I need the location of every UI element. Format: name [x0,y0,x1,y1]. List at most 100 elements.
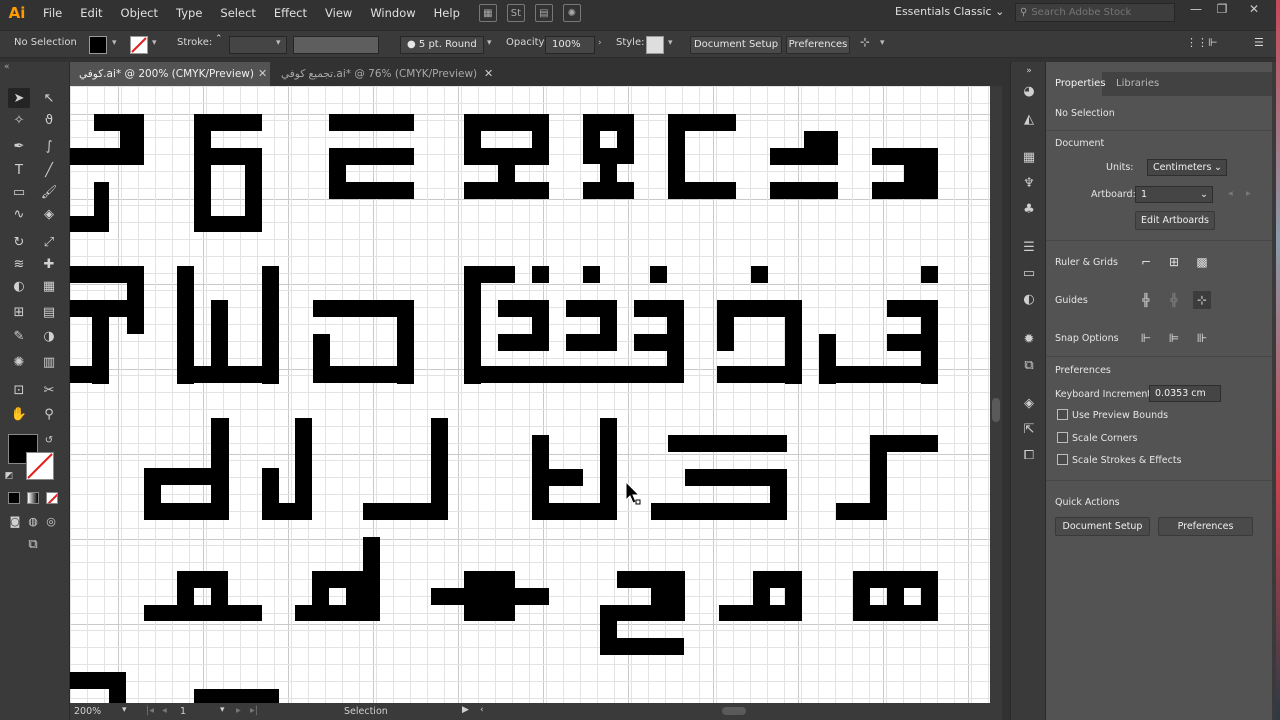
brush-definition[interactable]: ● 5 pt. Round [400,36,484,54]
chevron-down-icon[interactable]: ▾ [880,38,885,48]
brushes-icon[interactable]: ♆ [1019,174,1039,192]
draw-inside-icon[interactable]: ◎ [40,511,62,531]
menu-edit[interactable]: Edit [71,0,111,26]
chevron-down-icon[interactable]: ▾ [122,705,127,715]
appearance-icon[interactable]: ✹ [1019,330,1039,348]
chevron-down-icon[interactable]: ▾ [112,38,117,48]
previous-artboard-icon[interactable]: ◂ [162,705,167,716]
next-artboard-icon[interactable]: ▸ [236,705,241,716]
artboard-tool-icon[interactable]: ⊡ [8,380,30,400]
minimize-icon[interactable]: — [1186,2,1206,20]
last-artboard-icon[interactable]: ▸| [250,705,258,716]
menu-type[interactable]: Type [167,0,211,26]
blend-tool-icon[interactable]: ◑ [38,326,60,346]
gpu-performance-icon[interactable]: ✺ [562,4,581,22]
scale-corners-checkbox[interactable] [1057,432,1068,443]
tab-document-1[interactable]: كوفي.ai* @ 200% (CMYK/Preview) [70,62,270,86]
document-setup-button[interactable]: Document Setup [690,36,782,54]
smart-guides-icon[interactable]: ⊹ [1193,291,1211,309]
workspace-switcher[interactable]: Essentials Classic ⌄ [895,5,1004,18]
scale-strokes-checkbox[interactable] [1057,454,1068,465]
selection-tool-icon[interactable]: ➤ [8,88,30,108]
hand-tool-icon[interactable]: ✋ [8,404,30,424]
symbols-icon[interactable]: ♣ [1019,200,1039,218]
screen-mode-icon[interactable]: ⧉ [22,534,44,554]
export-icon[interactable]: ⇱ [1019,420,1039,438]
none-mode-icon[interactable] [46,492,58,504]
first-artboard-icon[interactable]: |◂ [146,705,154,716]
default-colors-icon[interactable]: ◩ [2,466,16,486]
menu-window[interactable]: Window [361,0,424,26]
gradient-panel-icon[interactable]: ▭ [1019,264,1039,282]
stock-icon[interactable]: St [506,4,525,22]
stroke-stepper-icon[interactable]: ⌃ [215,34,223,44]
next-artboard-icon[interactable]: ▸ [1246,188,1251,199]
direct-selection-tool-icon[interactable]: ↖ [38,88,60,108]
gradient-mode-icon[interactable] [27,492,39,504]
align-icon[interactable]: ⊹ [860,35,870,49]
panel-menu-icon[interactable]: ☰ [1254,36,1264,49]
opacity-field[interactable]: 100% [545,36,595,54]
artboard-number[interactable]: 1 [180,706,186,717]
column-graph-tool-icon[interactable]: ▥ [38,352,60,372]
preferences-button[interactable]: Preferences [786,36,850,54]
transparency-grid-icon[interactable]: ▩ [1193,253,1211,271]
close-tab-icon[interactable]: ✕ [258,62,267,86]
dock-expand-icon[interactable]: » [1019,62,1039,80]
artboards-panel-icon[interactable]: ⧠ [1019,446,1039,464]
status-menu-icon[interactable]: ▶ [462,705,469,715]
scale-tool-icon[interactable]: ⤢ [38,232,60,252]
gradient-tool-icon[interactable]: ▤ [38,302,60,322]
color-guide-icon[interactable]: ◭ [1019,110,1039,128]
curvature-tool-icon[interactable]: ∫ [38,136,60,156]
transparency-icon[interactable]: ◐ [1019,290,1039,308]
artboard-select[interactable]: 1 ⌄ [1135,186,1213,203]
vertical-scrollbar[interactable] [990,86,1002,703]
stroke-swatch[interactable] [130,36,148,54]
restore-icon[interactable]: ❐ [1212,2,1232,20]
tab-libraries[interactable]: Libraries [1116,78,1159,89]
menu-select[interactable]: Select [211,0,264,26]
chevron-down-icon[interactable]: ▾ [220,705,225,715]
graphic-styles-icon[interactable]: ⧉ [1019,356,1039,374]
artboard-canvas[interactable] [70,86,990,703]
grid-icon[interactable]: ⊞ [1165,253,1183,271]
units-select[interactable]: Centimeters ⌄ [1147,159,1227,176]
eraser-tool-icon[interactable]: ◈ [38,204,60,224]
warp-tool-icon[interactable]: ≋ [8,254,30,274]
snap-to-pixel-icon[interactable]: ⊫ [1165,329,1183,347]
symbol-sprayer-tool-icon[interactable]: ✺ [8,352,30,372]
shaper-tool-icon[interactable]: ∿ [8,204,30,224]
rectangle-tool-icon[interactable]: ▭ [8,182,30,202]
close-tab-icon[interactable]: ✕ [484,62,493,86]
scroll-left-icon[interactable]: ‹ [480,705,484,715]
fill-swatch[interactable] [89,36,107,54]
shape-builder-tool-icon[interactable]: ◐ [8,276,30,296]
edit-artboards-button[interactable]: Edit Artboards [1135,211,1215,230]
keyboard-increment-field[interactable]: 0.0353 cm [1149,385,1221,402]
snap-icon[interactable]: ⊩ [1208,36,1218,49]
swatches-icon[interactable]: ▦ [1019,148,1039,166]
rotate-tool-icon[interactable]: ↻ [8,232,30,252]
color-panel-icon[interactable]: ◕ [1019,82,1039,100]
quick-document-setup-button[interactable]: Document Setup [1055,517,1150,536]
type-tool-icon[interactable]: T [8,160,30,180]
chevron-down-icon[interactable]: ▾ [668,38,673,48]
layers-icon[interactable]: ◈ [1019,394,1039,412]
slice-tool-icon[interactable]: ✂ [38,380,60,400]
zoom-level[interactable]: 200% [74,706,101,717]
quick-preferences-button[interactable]: Preferences [1158,517,1253,536]
chevron-down-icon[interactable]: ▾ [152,38,157,48]
puppet-warp-tool-icon[interactable]: ✚ [38,254,60,274]
menu-object[interactable]: Object [112,0,167,26]
use-preview-bounds-checkbox[interactable] [1057,409,1068,420]
chevron-right-icon[interactable]: › [598,38,602,48]
scroll-thumb[interactable] [992,398,1000,422]
menu-file[interactable]: File [34,0,71,26]
pen-tool-icon[interactable]: ✒ [8,136,30,156]
swap-fill-stroke-icon[interactable]: ↺ [42,430,56,450]
bridge-icon[interactable]: ▦ [478,4,497,22]
stock-search-input[interactable] [1031,7,1162,18]
stroke-panel-icon[interactable]: ☰ [1019,238,1039,256]
previous-artboard-icon[interactable]: ◂ [1228,188,1233,199]
